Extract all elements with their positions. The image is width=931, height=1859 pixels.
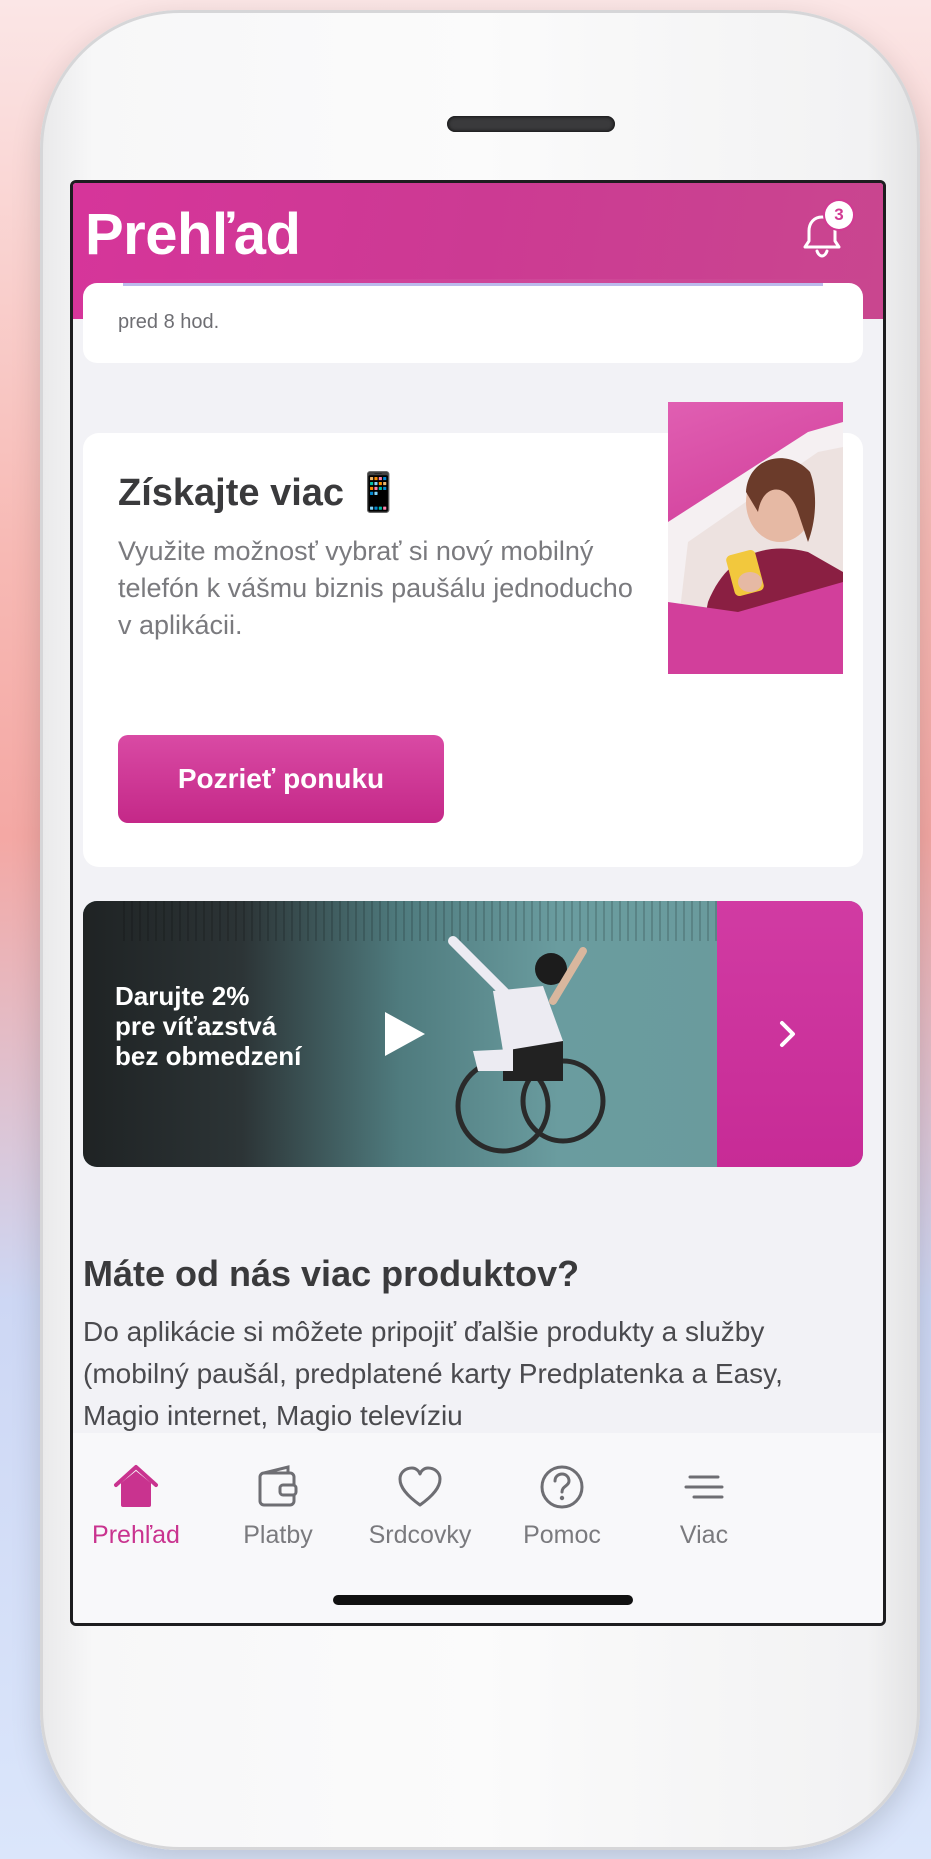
bottom-tab-bar: Prehľad Platby Srdcovky Pomoc Viac: [73, 1433, 883, 1623]
promo-title: Získajte viac 📱: [118, 472, 402, 514]
tab-label: Pomoc: [523, 1521, 601, 1549]
notification-card[interactable]: pred 8 hod.: [83, 283, 863, 363]
menu-icon: [684, 1475, 724, 1499]
app-screen: Prehľad 3 pred 8 hod. Získajte viac 📱 Vy…: [70, 180, 886, 1626]
tab-viac[interactable]: Viac: [629, 1463, 779, 1550]
notification-time: pred 8 hod.: [118, 311, 220, 333]
card-divider: [123, 283, 823, 286]
tab-prehlad[interactable]: Prehľad: [73, 1463, 211, 1550]
home-indicator[interactable]: [333, 1595, 633, 1605]
promo-image: [668, 402, 843, 674]
home-icon: [114, 1465, 158, 1507]
tab-platby[interactable]: Platby: [203, 1463, 353, 1550]
heart-icon: [398, 1466, 442, 1507]
notification-badge: 3: [825, 201, 853, 229]
donation-banner[interactable]: Darujte 2% pre víťazstvá bez obmedzení: [83, 901, 863, 1167]
woman-with-phone-illustration: [668, 422, 843, 674]
banner-headline: Darujte 2% pre víťazstvá bez obmedzení: [115, 981, 302, 1071]
tab-label: Platby: [243, 1521, 313, 1549]
promo-description: Využite možnosť vybrať si nový mobilný t…: [118, 536, 633, 640]
help-icon: [540, 1465, 584, 1509]
tennis-net: [123, 901, 717, 941]
tab-label: Viac: [679, 1521, 729, 1549]
chevron-right-icon[interactable]: [777, 1019, 799, 1049]
phone-frame: Prehľad 3 pred 8 hod. Získajte viac 📱 Vy…: [40, 10, 920, 1850]
tab-pomoc[interactable]: Pomoc: [487, 1463, 637, 1550]
view-offer-button[interactable]: Pozrieť ponuku: [118, 735, 444, 823]
tab-srdcovky[interactable]: Srdcovky: [345, 1463, 495, 1550]
phone-speaker: [447, 116, 615, 132]
tab-label: Srdcovky: [368, 1521, 472, 1549]
play-icon[interactable]: [381, 1009, 427, 1059]
wheelchair-tennis-player-illustration: [448, 936, 606, 1154]
products-text: Do aplikácie si môžete pripojiť ďalšie p…: [83, 1316, 783, 1431]
wallet-icon: [258, 1465, 298, 1507]
tab-label: Prehľad: [92, 1521, 180, 1549]
products-title: Máte od nás viac produktov?: [83, 1253, 580, 1294]
page-title: Prehľad: [85, 202, 301, 267]
